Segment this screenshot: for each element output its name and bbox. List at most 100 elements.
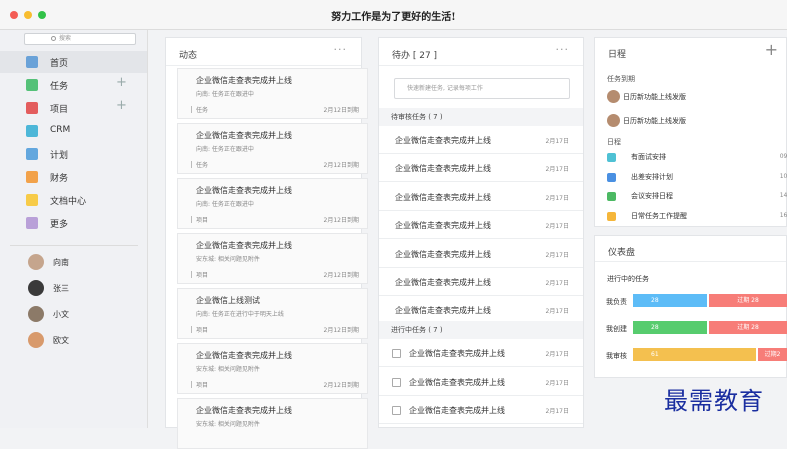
avatar [28,306,44,322]
home-icon [26,56,38,68]
activity-card-comment: 向南: 任务正在跟进中 [196,146,254,153]
activity-card-title: 企业微信上线测试 [196,296,260,305]
overdue-bar[interactable]: 过期 28 [709,321,787,334]
activity-card-title: 企业微信走查表完成并上线 [196,406,292,415]
add-schedule-button[interactable]: + [765,40,778,59]
contact-name: 欧文 [53,336,69,345]
task-checkbox[interactable] [392,377,401,387]
add-button[interactable]: + [116,75,127,90]
todo-panel: 待办 [ 27 ] ··· 快速新建任务, 记录每项工作 待审核任务 ( 7 )… [378,37,584,428]
task-date: 2月17日 [545,408,569,415]
folder-icon [26,194,38,206]
due-tasks-label: 任务到期 [607,75,635,83]
done-bar[interactable]: 61 [633,348,756,361]
sidebar-item-3[interactable]: CRM [0,120,147,142]
activity-card-due: 2月12日到期 [323,382,359,389]
agenda-title: 出差安排计划 [631,172,673,181]
sidebar-item-0[interactable]: 首页 [0,51,147,73]
todo-more-button[interactable]: ··· [556,43,570,56]
todo-header: 待办 [ 27 ] ··· [379,38,583,66]
due-task-row[interactable]: 日历新功能上线发版 [607,114,787,130]
sidebar-item-4[interactable]: 计划 [0,143,147,165]
review-task-row[interactable]: 企业微信走查表完成并上线 2月17日 [379,183,583,211]
agenda-row[interactable]: 会议安排日程 14:30 [607,189,787,205]
contact-item[interactable]: 向南 [0,252,147,272]
contact-item[interactable]: 小文 [0,304,147,324]
task-checkbox[interactable] [392,349,401,358]
avatar [607,90,620,103]
task-checkbox[interactable] [392,406,401,415]
contact-item[interactable]: 张三 [0,278,147,298]
sidebar-item-2[interactable]: 项目 + [0,97,147,119]
task-title: 企业微信走查表完成并上线 [395,249,491,259]
sidebar-item-label: 首页 [50,59,69,69]
sidebar-item-7[interactable]: 更多 [0,212,147,234]
task-title: 企业微信走查表完成并上线 [395,278,491,287]
due-task-row[interactable]: 日历新功能上线发版 [607,90,787,106]
activity-title: 动态 [179,51,198,61]
sidebar-item-label: 更多 [50,220,69,230]
contact-item[interactable]: 欧文 [0,330,147,350]
task-title: 企业微信走查表完成并上线 [395,221,491,231]
trip-icon [607,172,616,182]
overdue-bar[interactable]: 过期 28 [709,294,787,307]
overdue-bar[interactable]: 过期2 [758,348,787,361]
agenda-row[interactable]: 日常任务工作提醒 16:30 [607,209,787,225]
add-button[interactable]: + [116,98,127,113]
task-date: 2月17日 [545,138,569,145]
crm-icon [26,125,38,137]
activity-card[interactable]: 企业微信走查表完成并上线 向南: 任务正在跟进中 任务 2月12日到期 [177,123,368,174]
sidebar-item-label: CRM [50,125,71,135]
task-title: 企业微信走查表完成并上线 [395,136,491,145]
task-date: 2月17日 [545,351,569,358]
progress-task-row[interactable]: 企业微信走查表完成并上线 2月17日 [379,339,583,367]
done-count: 61 [651,351,659,358]
activity-card-due: 2月12日到期 [323,217,359,224]
done-bar[interactable]: 28 [633,321,707,334]
progress-task-row[interactable]: 企业微信走查表完成并上线 2月17日 [379,368,583,396]
sidebar: 搜索 首页任务 + 项目 + CRM 计划财务文档中心更多 向南张三小文欧文 [0,30,148,428]
overdue-count: 过期2 [764,351,781,358]
task-title: 企业微信走查表完成并上线 [409,349,505,358]
review-task-row[interactable]: 企业微信走查表完成并上线 2月17日 [379,211,583,240]
review-task-row[interactable]: 企业微信走查表完成并上线 2月17日 [379,126,583,154]
contact-name: 张三 [53,284,69,293]
plan-icon [26,148,38,160]
agenda-row[interactable]: 出差安排计划 10:30 [607,170,787,186]
activity-card[interactable]: 企业微信走查表完成并上线 向南: 任务正在跟进中 任务 2月12日到期 [177,68,368,119]
activity-card[interactable]: 企业微信走查表完成并上线 安东城: 相关问题见附件 项目 2月12日到期 [177,233,368,284]
todo-title: 待办 [ 27 ] [392,51,438,61]
review-task-row[interactable]: 企业微信走查表完成并上线 2月17日 [379,240,583,268]
activity-card[interactable]: 企业微信走查表完成并上线 安东城: 相关问题见附件 [177,398,368,449]
review-task-row[interactable]: 企业微信走查表完成并上线 2月17日 [379,154,583,183]
search-input[interactable]: 搜索 [24,33,136,45]
sidebar-item-1[interactable]: 任务 + [0,74,147,96]
activity-more-button[interactable]: ··· [334,43,348,56]
agenda-row[interactable]: 有面试安排 09:30 [607,150,787,166]
grid-icon [26,217,38,229]
activity-card-comment: 安东城: 相关问题见附件 [196,421,260,428]
activity-card-title: 企业微信走查表完成并上线 [196,131,292,140]
overdue-count: 过期 28 [737,297,759,304]
activity-card[interactable]: 企业微信上线测试 向南: 任务正在进行中于明天上线 项目 2月12日到期 [177,288,368,339]
task-date: 2月17日 [545,166,569,174]
quick-task-input[interactable]: 快速新建任务, 记录每项工作 [394,78,570,99]
task-title: 企业微信走查表完成并上线 [409,377,505,387]
sidebar-item-5[interactable]: 财务 [0,166,147,188]
dashboard-row-label: 我负责 [606,298,627,306]
progress-task-row[interactable]: 企业微信走查表完成并上线 2月17日 [379,396,583,424]
search-placeholder: 搜索 [59,35,72,42]
activity-card-comment: 向南: 任务正在跟进中 [196,91,254,98]
activity-card[interactable]: 企业微信走查表完成并上线 向南: 任务正在跟进中 项目 2月12日到期 [177,178,368,229]
activity-card-type: 项目 [190,381,209,389]
dashboard-panel: 仪表盘 进行中的任务 我负责 28 过期 28 我创建 28 过期 28 我审核 61 过期2 [594,235,787,378]
activity-card[interactable]: 企业微信走查表完成并上线 安东城: 相关问题见附件 项目 2月12日到期 [177,343,368,394]
avatar [28,332,44,348]
done-bar[interactable]: 28 [633,294,707,307]
agenda-time: 10:30 [779,172,787,180]
dashboard-divider [595,261,786,262]
review-task-row[interactable]: 企业微信走查表完成并上线 2月17日 [379,268,583,296]
sidebar-item-6[interactable]: 文档中心 [0,189,147,211]
sidebar-item-label: 财务 [50,174,69,184]
task-title: 企业微信走查表完成并上线 [395,192,491,202]
